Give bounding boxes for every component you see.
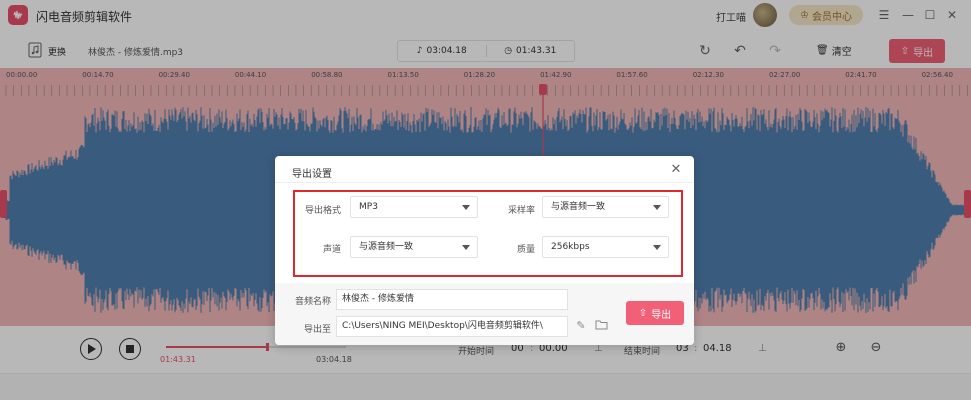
chevron-down-icon [462, 205, 470, 210]
channel-value: 与源音频一致 [359, 242, 414, 252]
export-path-label: 导出至 [303, 325, 331, 335]
channel-select[interactable]: 与源音频一致 [350, 236, 478, 258]
audio-name-input[interactable]: 林俊杰 - 修炼爱情 [336, 289, 568, 310]
export-settings-dialog: 导出设置 ✕ 导出格式 MP3 采样率 与源音频一致 声道 与源音频一致 质量 … [275, 156, 694, 345]
audio-name-label: 音频名称 [294, 297, 331, 307]
format-label: 导出格式 [304, 206, 341, 216]
channel-label: 声道 [322, 245, 341, 255]
upload-icon: ⇧ [638, 307, 648, 319]
close-icon[interactable]: ✕ [669, 163, 683, 177]
sample-rate-select[interactable]: 与源音频一致 [542, 196, 669, 218]
dialog-title: 导出设置 [292, 169, 332, 180]
folder-icon[interactable] [594, 319, 608, 333]
sample-rate-label: 采样率 [507, 206, 535, 216]
format-select[interactable]: MP3 [350, 196, 478, 218]
sample-rate-value: 与源音频一致 [551, 202, 606, 212]
quality-label: 质量 [516, 245, 535, 255]
export-label: 导出 [651, 309, 672, 321]
chevron-down-icon [653, 205, 661, 210]
chevron-down-icon [462, 245, 470, 250]
edit-icon[interactable]: ✎ [574, 319, 588, 333]
export-button[interactable]: ⇧ 导出 [626, 301, 684, 325]
chevron-down-icon [653, 245, 661, 250]
quality-value: 256kbps [551, 242, 590, 252]
format-value: MP3 [359, 202, 378, 212]
export-path-input[interactable]: C:\Users\NING MEI\Desktop\闪电音频剪辑软件\ [336, 316, 568, 337]
quality-select[interactable]: 256kbps [542, 236, 669, 258]
